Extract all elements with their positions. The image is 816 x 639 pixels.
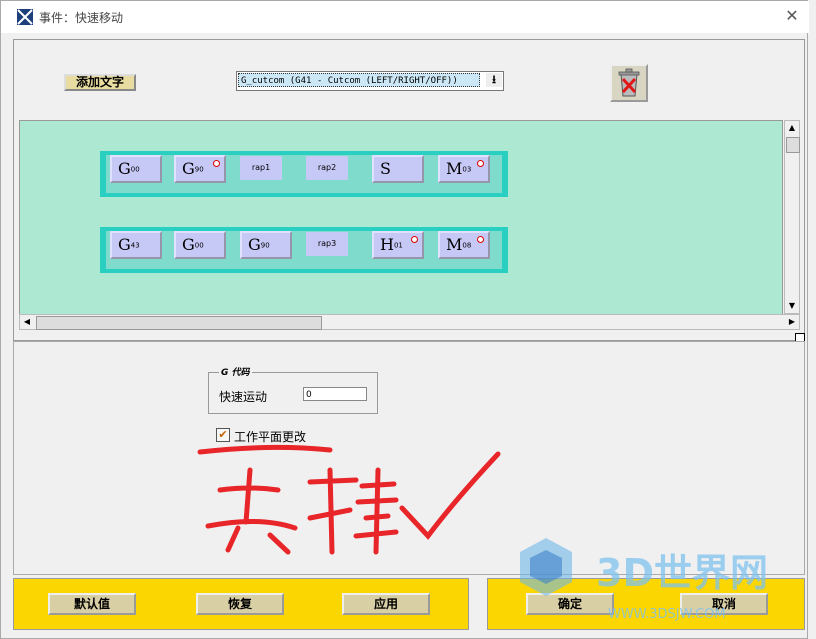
- gcode-group: G 代码 快速运动 0: [208, 365, 378, 414]
- horizontal-scrollbar[interactable]: ◀ ▶: [19, 314, 800, 330]
- code-number: 43: [130, 241, 140, 250]
- close-button[interactable]: ✕: [781, 5, 803, 27]
- status-dot-icon: [213, 160, 220, 167]
- block-row-1[interactable]: G00 G90 rap1 rap2 S M03: [100, 151, 508, 197]
- window-title: 事件：快速移动: [39, 11, 124, 25]
- status-dot-icon: [411, 236, 418, 243]
- block-row-2[interactable]: G43 G00 G90 rap3 H01 M08: [100, 227, 508, 273]
- block-canvas[interactable]: G00 G90 rap1 rap2 S M03 G43 G00 G90 rap3 H01 M08: [19, 120, 783, 316]
- scrollbar-thumb[interactable]: [786, 137, 800, 153]
- status-dot-icon: [477, 160, 484, 167]
- code-block-button[interactable]: G90: [240, 231, 292, 259]
- code-block-button[interactable]: G43: [110, 231, 162, 259]
- code-block-button[interactable]: G00: [174, 231, 226, 259]
- code-block-button[interactable]: M03: [438, 155, 490, 183]
- gcode-group-title: G 代码: [219, 365, 252, 378]
- code-number: 08: [462, 241, 472, 250]
- cutcom-select[interactable]: G_cutcom (G41 - Cutcom (LEFT/RIGHT/OFF))…: [236, 71, 504, 91]
- code-letter: M: [446, 235, 463, 254]
- restore-button[interactable]: 恢复: [196, 593, 284, 615]
- title-bar: 事件：快速移动 ✕: [1, 1, 809, 33]
- cutcom-select-value[interactable]: G_cutcom (G41 - Cutcom (LEFT/RIGHT/OFF)): [238, 73, 480, 87]
- watermark-brand: 3D世界网: [596, 551, 768, 595]
- close-icon[interactable]: ✕: [785, 6, 798, 25]
- rapid-block-button[interactable]: rap2: [306, 156, 348, 180]
- code-letter: G: [248, 235, 261, 254]
- code-block-button[interactable]: H01: [372, 231, 424, 259]
- code-number: 01: [393, 241, 403, 250]
- event-editor-panel: 添加文字 G_cutcom (G41 - Cutcom (LEFT/RIGHT/…: [13, 39, 805, 341]
- rapid-block-button[interactable]: rap3: [306, 232, 348, 256]
- code-letter: H: [380, 235, 394, 254]
- code-letter: G: [118, 159, 131, 178]
- code-block-button[interactable]: G00: [110, 155, 162, 183]
- default-button[interactable]: 默认值: [48, 593, 136, 615]
- code-letter: S: [380, 159, 391, 178]
- code-number: 00: [130, 165, 140, 174]
- delete-button[interactable]: [610, 64, 648, 102]
- footer-left-panel: 默认值 恢复 应用: [13, 578, 469, 630]
- dropdown-arrow-icon[interactable]: ⭳: [486, 73, 502, 87]
- handwritten-annotation: [197, 444, 501, 555]
- scrollbar-thumb[interactable]: [36, 316, 322, 330]
- code-number: 03: [462, 165, 472, 174]
- code-letter: G: [118, 235, 131, 254]
- vertical-scrollbar[interactable]: ▲ ▼: [784, 120, 800, 314]
- code-letter: G: [182, 235, 195, 254]
- code-block-button[interactable]: S: [372, 155, 424, 183]
- status-dot-icon: [477, 236, 484, 243]
- code-number: 90: [260, 241, 270, 250]
- watermark-logo: 3D世界网 WWW.3DSJW.COM: [520, 538, 768, 622]
- scroll-down-arrow-icon[interactable]: ▼: [785, 299, 799, 313]
- apply-button[interactable]: 应用: [342, 593, 430, 615]
- code-number: 00: [194, 241, 204, 250]
- trash-icon[interactable]: [612, 66, 646, 100]
- rapid-block-button[interactable]: rap1: [240, 156, 282, 180]
- rapid-motion-input[interactable]: 0: [303, 387, 367, 401]
- scroll-left-arrow-icon[interactable]: ◀: [20, 315, 34, 329]
- scroll-right-arrow-icon[interactable]: ▶: [785, 315, 799, 329]
- app-icon: [17, 9, 33, 25]
- rapid-motion-label: 快速运动: [219, 390, 268, 404]
- code-number: 90: [194, 165, 204, 174]
- add-text-button[interactable]: 添加文字: [64, 74, 136, 91]
- code-letter: M: [446, 159, 463, 178]
- code-letter: G: [182, 159, 195, 178]
- watermark-url: WWW.3DSJW.COM: [608, 607, 726, 622]
- code-block-button[interactable]: M08: [438, 231, 490, 259]
- code-block-button[interactable]: G90: [174, 155, 226, 183]
- scroll-up-arrow-icon[interactable]: ▲: [785, 121, 799, 135]
